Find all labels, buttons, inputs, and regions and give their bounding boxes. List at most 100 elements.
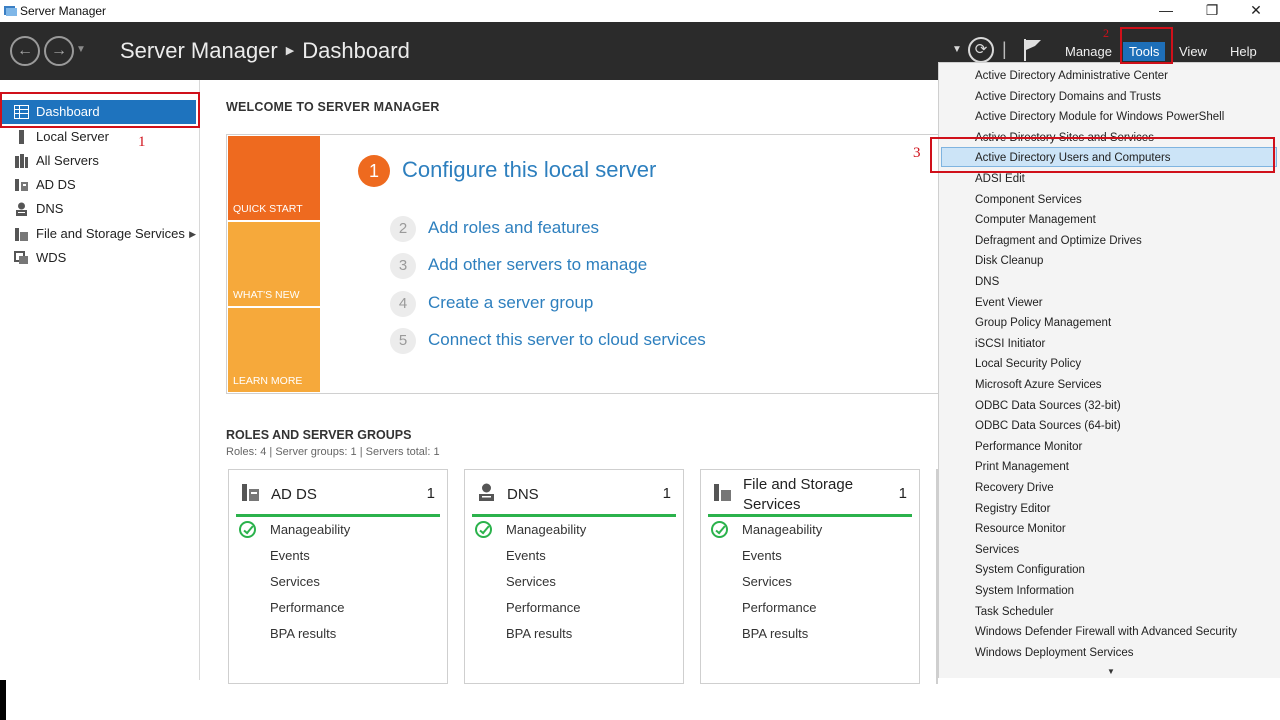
step-3-badge: 3	[390, 253, 416, 279]
tools-menu-item[interactable]: System Configuration	[975, 562, 1085, 578]
whats-new-label: WHAT'S NEW	[233, 289, 300, 301]
tools-menu-item[interactable]: Disk Cleanup	[975, 253, 1043, 269]
tools-menu-item[interactable]: DNS	[975, 274, 999, 290]
sidebar-item-dns[interactable]: DNS	[2, 197, 196, 221]
tools-menu-item[interactable]: ADSI Edit	[975, 171, 1025, 187]
help-menu[interactable]: Help	[1224, 42, 1263, 61]
sidebar-item-all-servers[interactable]: All Servers	[2, 149, 196, 173]
header-divider: |	[1002, 39, 1007, 59]
tools-menu-item[interactable]: Print Management	[975, 459, 1069, 475]
tools-menu-item[interactable]: Event Viewer	[975, 295, 1043, 311]
role-card-ad-ds[interactable]: AD DS 1 Manageability Events Services Pe…	[228, 469, 448, 684]
annotation-box-dashboard	[0, 92, 200, 128]
tools-menu-item[interactable]: Microsoft Azure Services	[975, 377, 1102, 393]
tools-menu-item[interactable]: Active Directory Administrative Center	[975, 68, 1168, 84]
sidebar-item-label: WDS	[36, 250, 67, 265]
tools-menu-item[interactable]: Defragment and Optimize Drives	[975, 233, 1142, 249]
status-bar	[236, 514, 440, 517]
tools-menu-item[interactable]: ODBC Data Sources (32-bit)	[975, 398, 1121, 414]
window-title: Server Manager	[20, 4, 107, 18]
sidebar-item-label: AD DS	[36, 177, 76, 192]
roles-title: ROLES AND SERVER GROUPS	[226, 428, 412, 442]
forward-button[interactable]: →	[44, 36, 74, 66]
manage-menu[interactable]: Manage	[1059, 42, 1118, 61]
tools-menu-item[interactable]: Active Directory Module for Windows Powe…	[975, 109, 1224, 125]
create-server-group-link[interactable]: Create a server group	[428, 293, 593, 313]
annotation-number-3: 3	[913, 145, 921, 161]
breadcrumb-app[interactable]: Server Manager	[120, 38, 278, 63]
card-row-bpa[interactable]: BPA results	[506, 626, 572, 641]
card-row-bpa[interactable]: BPA results	[270, 626, 336, 641]
sidebar-item-wds[interactable]: WDS	[2, 246, 196, 270]
tools-menu-item[interactable]: Active Directory Domains and Trusts	[975, 89, 1161, 105]
add-roles-link[interactable]: Add roles and features	[428, 218, 599, 238]
tools-menu-item[interactable]: Recovery Drive	[975, 480, 1054, 496]
tools-menu-item[interactable]: Registry Editor	[975, 501, 1050, 517]
status-bar	[708, 514, 912, 517]
ad-ds-icon	[242, 484, 259, 501]
sidebar-item-label: File and Storage Services	[36, 226, 185, 241]
configure-local-server-link[interactable]: Configure this local server	[402, 157, 656, 183]
expand-chevron-icon[interactable]: ▶	[189, 222, 196, 246]
tools-menu-item[interactable]: Resource Monitor	[975, 521, 1066, 537]
tools-menu-item[interactable]: Services	[975, 542, 1019, 558]
file-storage-icon	[15, 228, 28, 241]
notifications-flag-icon[interactable]	[1022, 37, 1044, 63]
tools-menu-item[interactable]: Performance Monitor	[975, 439, 1082, 455]
card-row-services[interactable]: Services	[270, 574, 320, 589]
tools-menu-item[interactable]: System Information	[975, 583, 1074, 599]
window-titlebar: Server Manager — ❐ ✕	[0, 0, 1280, 22]
annotation-box-tools	[1120, 27, 1173, 64]
whats-new-tile[interactable]: WHAT'S NEW	[228, 222, 320, 306]
card-row-services[interactable]: Services	[742, 574, 792, 589]
tools-menu-item[interactable]: Computer Management	[975, 212, 1096, 228]
restore-button[interactable]: ❐	[1192, 0, 1232, 22]
quick-start-tile[interactable]: QUICK START	[228, 136, 320, 220]
card-row-bpa[interactable]: BPA results	[742, 626, 808, 641]
card-row-manageability[interactable]: Manageability	[270, 522, 350, 537]
sidebar: Dashboard Local Server All Servers AD DS…	[0, 80, 200, 680]
file-storage-icon	[714, 484, 731, 501]
sidebar-item-ad-ds[interactable]: AD DS	[2, 173, 196, 197]
tools-menu-item[interactable]: Task Scheduler	[975, 604, 1054, 620]
card-row-performance[interactable]: Performance	[270, 600, 344, 615]
sidebar-item-local-server[interactable]: Local Server	[2, 125, 196, 149]
card-row-manageability[interactable]: Manageability	[506, 522, 586, 537]
tools-menu-item[interactable]: Local Security Policy	[975, 356, 1081, 372]
card-row-performance[interactable]: Performance	[742, 600, 816, 615]
tools-menu-item[interactable]: Windows Deployment Services	[975, 645, 1134, 661]
tools-menu-item[interactable]: ODBC Data Sources (64-bit)	[975, 418, 1121, 434]
breadcrumb: Server Manager ▶ Dashboard	[120, 38, 410, 64]
tools-menu-item[interactable]: Windows Defender Firewall with Advanced …	[975, 624, 1237, 640]
card-row-events[interactable]: Events	[742, 548, 782, 563]
close-button[interactable]: ✕	[1236, 0, 1276, 22]
card-row-events[interactable]: Events	[270, 548, 310, 563]
card-title: AD DS	[271, 486, 317, 503]
refresh-icon[interactable]: ⟳	[968, 37, 994, 63]
all-servers-icon	[15, 154, 28, 168]
add-servers-link[interactable]: Add other servers to manage	[428, 255, 647, 275]
learn-more-tile[interactable]: LEARN MORE	[228, 308, 320, 392]
sidebar-item-file-storage[interactable]: File and Storage Services ▶	[2, 222, 196, 246]
card-row-manageability[interactable]: Manageability	[742, 522, 822, 537]
tools-menu-item[interactable]: iSCSI Initiator	[975, 336, 1045, 352]
role-card-dns[interactable]: DNS 1 Manageability Events Services Perf…	[464, 469, 684, 684]
welcome-tile: QUICK START WHAT'S NEW LEARN MORE 1 Conf…	[226, 134, 946, 394]
card-title-line-2: Services	[743, 496, 801, 513]
history-dropdown-icon[interactable]: ▼	[76, 44, 86, 55]
connect-cloud-link[interactable]: Connect this server to cloud services	[428, 330, 706, 350]
back-button[interactable]: ←	[10, 36, 40, 66]
card-row-events[interactable]: Events	[506, 548, 546, 563]
scroll-down-icon[interactable]: ▼	[1107, 667, 1115, 676]
card-row-services[interactable]: Services	[506, 574, 556, 589]
role-card-file-storage[interactable]: File and Storage Services 1 Manageability…	[700, 469, 920, 684]
breadcrumb-page: Dashboard	[302, 38, 410, 63]
tools-menu-item[interactable]: Group Policy Management	[975, 315, 1111, 331]
card-row-performance[interactable]: Performance	[506, 600, 580, 615]
view-menu[interactable]: View	[1173, 42, 1213, 61]
card-count: 1	[426, 485, 435, 502]
card-count: 1	[898, 485, 907, 502]
minimize-button[interactable]: —	[1146, 0, 1186, 22]
refresh-dropdown-icon[interactable]: ▼	[952, 44, 962, 55]
tools-menu-item[interactable]: Component Services	[975, 192, 1082, 208]
